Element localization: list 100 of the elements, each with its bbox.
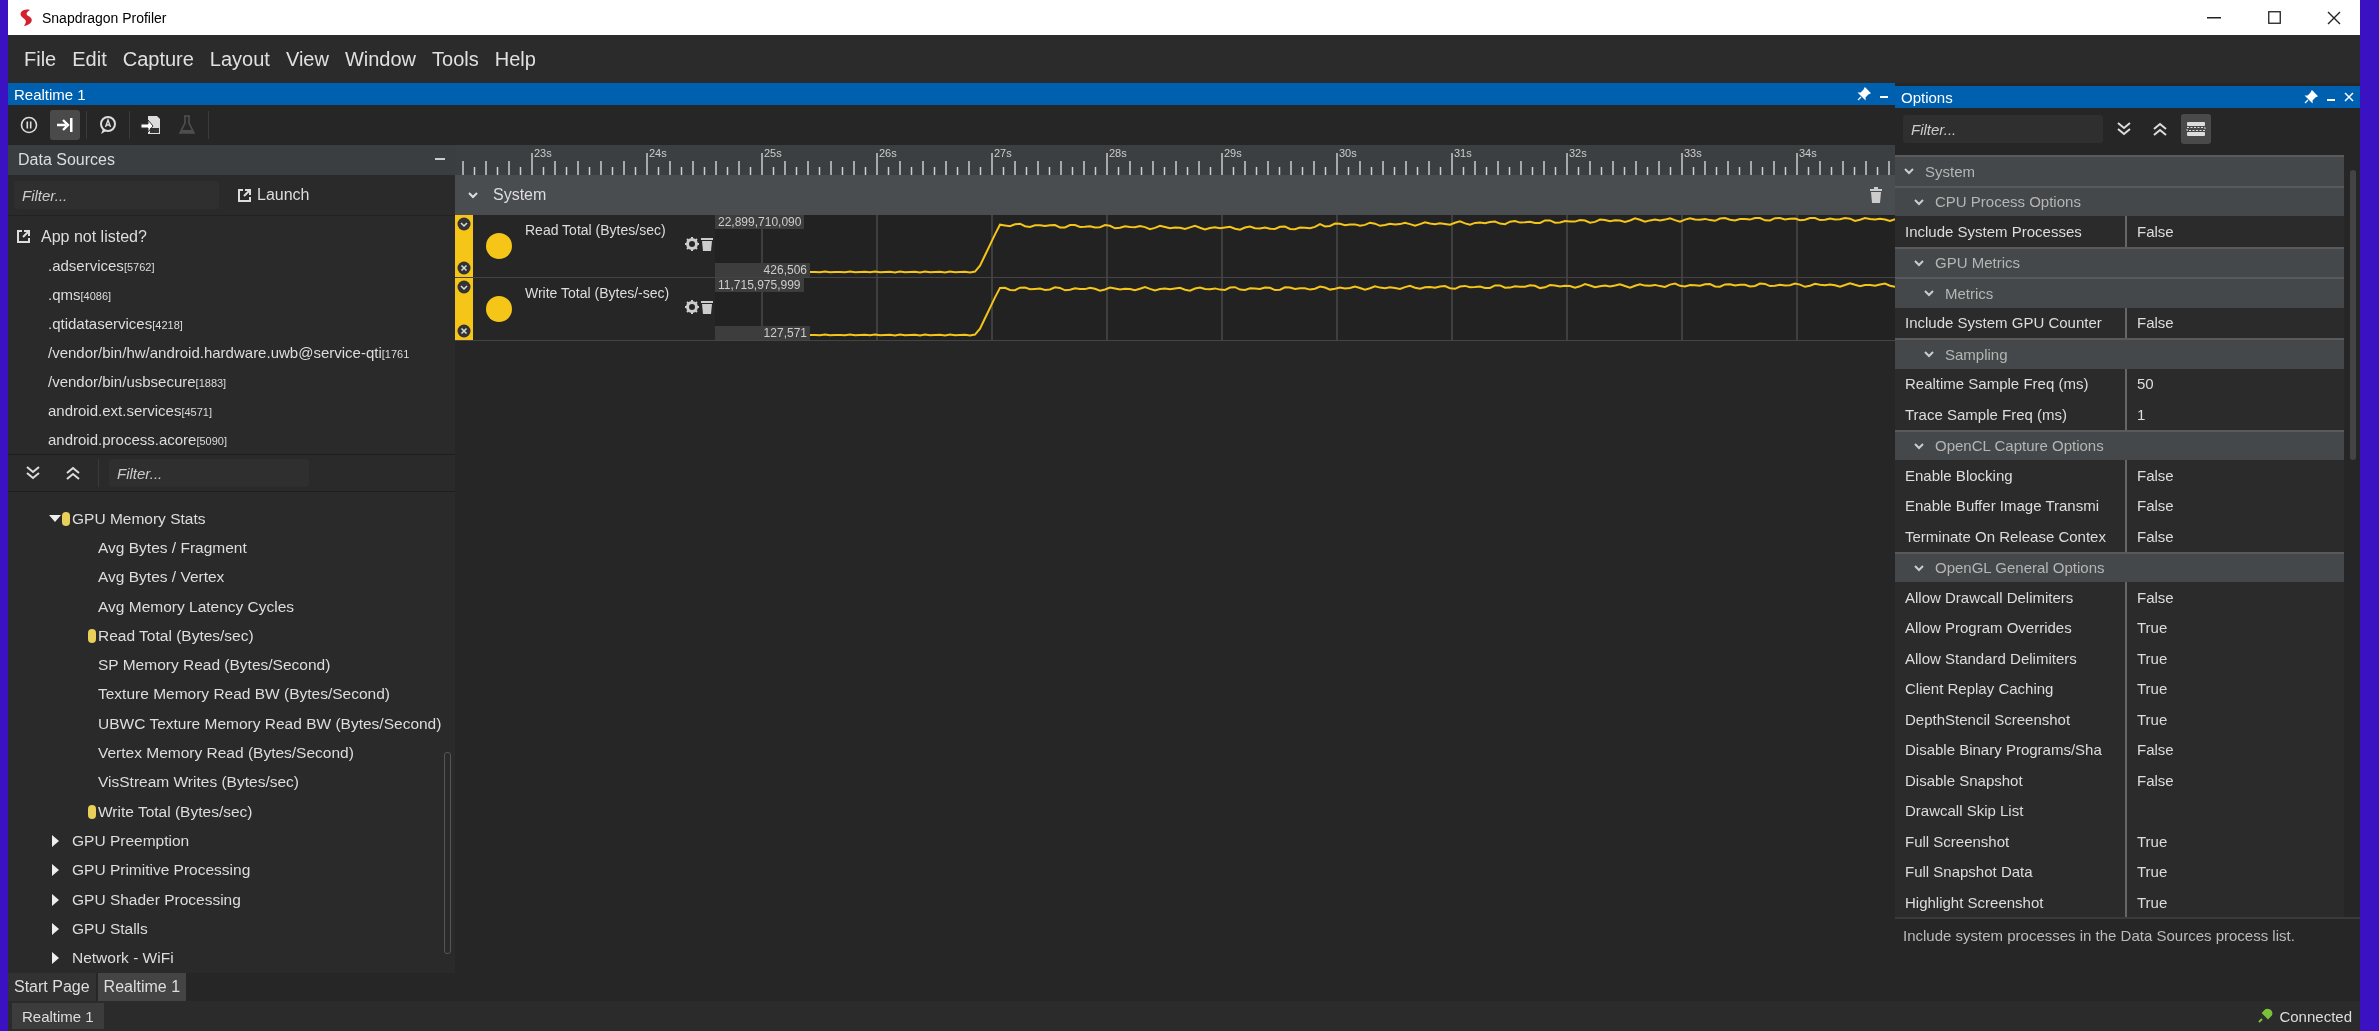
property-value[interactable]: False [2137,466,2174,484]
gear-icon[interactable] [685,237,699,251]
collapse-icon[interactable] [457,217,471,231]
trash-icon[interactable] [701,237,713,251]
tree-item[interactable]: VisStream Writes (Bytes/sec) [96,773,299,792]
toolbar-button[interactable] [50,110,80,140]
time-label: 27s [994,147,1012,159]
tree-item[interactable]: GPU Preemption [70,831,190,850]
process-item[interactable]: .qms[4086] [48,286,112,303]
time-label: 30s [1339,147,1357,159]
trash-icon[interactable] [1869,187,1883,203]
property-value[interactable]: True [2137,863,2168,881]
tree-item[interactable]: UBWC Texture Memory Read BW (Bytes/Second) [96,714,442,733]
time-label: 32s [1569,147,1587,159]
speech-bubble-icon [98,115,118,135]
tree-item[interactable]: GPU Memory Stats [70,509,206,528]
menu-item[interactable]: Edit [64,43,115,75]
toolbar-button[interactable] [2181,114,2211,144]
panel-title: Data Sources [18,151,116,169]
document-tab[interactable]: Realtime 1 [12,1003,104,1029]
tree-item[interactable]: Avg Bytes / Fragment [96,538,247,557]
collapse-icon[interactable] [457,280,471,294]
category-row[interactable]: CPU Process Options [1895,185,2344,216]
property-value[interactable]: True [2137,619,2168,637]
property-value[interactable]: 50 [2137,375,2154,393]
app-not-listed-link[interactable]: App not listed? [41,227,147,246]
color-dot[interactable] [486,233,512,259]
property-value[interactable]: True [2137,710,2168,728]
menu-item[interactable]: View [277,43,337,75]
document-tab[interactable]: Realtime 1 [97,973,187,1001]
menu-item[interactable]: Window [336,43,425,75]
tree-item[interactable]: Texture Memory Read BW (Bytes/Second) [96,685,391,704]
panel-title: Realtime 1 [14,85,87,103]
menu-item[interactable]: Layout [201,43,278,75]
process-item[interactable]: .adservices[5762] [48,257,155,274]
tree-item[interactable]: SP Memory Read (Bytes/Second) [96,656,331,675]
min-value-label: 426,506 [715,263,810,277]
gear-icon[interactable] [685,300,699,314]
property-value[interactable]: False [2137,741,2174,759]
tree-item[interactable]: GPU Primitive Processing [70,861,251,880]
document-tab[interactable]: Start Page [8,973,96,1001]
remove-icon[interactable] [457,261,471,275]
tree-item[interactable]: GPU Shader Processing [70,890,241,909]
launch-button[interactable]: Launch [231,180,316,210]
category-row[interactable]: OpenCL Capture Options [1895,429,2344,460]
property-value[interactable]: True [2137,893,2168,911]
time-label: 34s [1799,147,1817,159]
menu-item[interactable]: Help [486,43,544,75]
menu-item[interactable]: Tools [424,43,487,75]
pin-icon[interactable] [2304,90,2318,104]
menu-item[interactable]: File [16,43,65,75]
pin-icon[interactable] [1857,87,1871,101]
arrow-to-line-icon [55,117,75,133]
filter-field[interactable]: Filter... [14,181,219,209]
process-item[interactable]: android.process.acore[5090] [48,431,227,448]
property-value[interactable]: False [2137,497,2174,515]
category-row[interactable]: GPU Metrics [1895,246,2344,277]
property-value[interactable]: True [2137,649,2168,667]
maximize-icon[interactable] [2267,11,2281,24]
scrollbar-thumb[interactable] [444,752,451,954]
tree-item[interactable]: GPU Stalls [70,919,148,938]
minimize-icon[interactable] [435,158,445,162]
category-row[interactable]: Sampling [1895,338,2344,369]
property-value[interactable]: False [2137,771,2174,789]
property-value[interactable]: False [2137,527,2174,545]
tree-item[interactable]: Avg Memory Latency Cycles [96,597,295,616]
property-name: Full Snapshot Data [1904,863,2034,881]
chevron-icon[interactable] [467,189,479,201]
tree-item[interactable]: Avg Bytes / Vertex [96,568,225,587]
time-label: 25s [764,147,782,159]
property-value[interactable]: False [2137,222,2174,240]
property-name: Highlight Screenshot [1904,893,2045,911]
filter-field[interactable]: Filter... [1903,115,2103,143]
category-row[interactable]: System [1895,155,2344,186]
property-value[interactable]: False [2137,314,2174,332]
tree-item[interactable]: Network - WiFi [70,949,174,968]
process-item[interactable]: android.ext.services[4571] [48,402,212,419]
process-item[interactable]: .qtidataservices[4218] [48,315,183,332]
color-dot[interactable] [486,296,512,322]
close-icon[interactable] [2327,10,2341,25]
process-item[interactable]: /vendor/bin/usbsecure[1883] [48,373,227,390]
property-value[interactable]: True [2137,832,2168,850]
property-name: Disable Snapshot [1904,771,2024,789]
tree-item[interactable]: Write Total (Bytes/sec) [96,802,253,821]
double-chevron-up-icon [64,464,82,482]
minimize-icon[interactable] [2207,16,2221,19]
tree-item[interactable]: Vertex Memory Read (Bytes/Second) [96,744,354,762]
category-row[interactable]: OpenGL General Options [1895,551,2344,582]
tree-item[interactable]: Read Total (Bytes/sec) [96,626,254,645]
scrollbar-thumb[interactable] [2350,170,2356,460]
property-value[interactable]: False [2137,588,2174,606]
process-item[interactable]: /vendor/bin/hw/android.hardware.uwb@service-qti[1761 [48,344,410,361]
property-value[interactable]: True [2137,680,2168,698]
property-value[interactable]: 1 [2137,405,2146,423]
category-label: OpenCL Capture Options [1935,437,2104,455]
category-row[interactable]: Metrics [1895,277,2344,308]
filter-field[interactable]: Filter... [109,459,309,487]
trash-icon[interactable] [701,300,713,314]
menu-item[interactable]: Capture [114,43,202,75]
remove-icon[interactable] [457,324,471,338]
